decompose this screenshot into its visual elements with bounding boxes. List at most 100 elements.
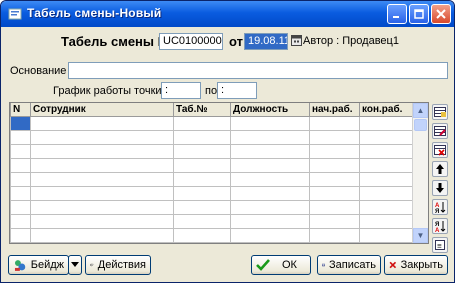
table-row[interactable] xyxy=(10,144,416,159)
table-cell[interactable] xyxy=(173,200,231,215)
table-row[interactable] xyxy=(10,200,416,215)
table-cell[interactable] xyxy=(359,130,416,145)
table-cell[interactable] xyxy=(309,172,360,187)
table-row[interactable] xyxy=(10,242,416,243)
table-cell[interactable] xyxy=(230,158,310,173)
table-cell[interactable] xyxy=(10,172,31,187)
edit-row-button[interactable] xyxy=(432,123,448,139)
table-cell[interactable] xyxy=(30,172,174,187)
table-cell[interactable] xyxy=(10,200,31,215)
table-cell[interactable] xyxy=(30,158,174,173)
table-cell[interactable] xyxy=(230,214,310,229)
table-cell[interactable] xyxy=(309,186,360,201)
table-cell[interactable] xyxy=(30,130,174,145)
table-cell[interactable] xyxy=(309,144,360,159)
table-row[interactable] xyxy=(10,228,416,243)
title-bar[interactable]: Табель смены-Новый xyxy=(1,1,454,27)
table-cell[interactable] xyxy=(359,228,416,243)
scroll-thumb[interactable] xyxy=(414,119,427,131)
table-cell[interactable] xyxy=(10,214,31,229)
delete-row-button[interactable] xyxy=(432,142,448,158)
table-cell[interactable] xyxy=(309,214,360,229)
basis-field[interactable] xyxy=(68,62,448,79)
table-cell[interactable] xyxy=(359,116,416,131)
table-cell[interactable] xyxy=(230,144,310,159)
table-cell[interactable] xyxy=(10,158,31,173)
column-header[interactable]: Таб.№ xyxy=(173,103,231,117)
table-cell[interactable] xyxy=(359,158,416,173)
table-cell[interactable] xyxy=(359,214,416,229)
move-down-button[interactable] xyxy=(432,180,448,196)
scroll-down-icon[interactable]: ▼ xyxy=(413,228,428,243)
actions-button[interactable]: Действия xyxy=(85,255,151,275)
scroll-up-icon[interactable]: ▲ xyxy=(413,103,428,118)
table-cell[interactable] xyxy=(30,228,174,243)
save-button[interactable]: Записать xyxy=(317,255,381,275)
table-cell[interactable] xyxy=(173,116,231,131)
table-cell[interactable] xyxy=(10,130,31,145)
table-cell[interactable] xyxy=(173,172,231,187)
column-header[interactable]: N xyxy=(10,103,31,117)
table-cell[interactable] xyxy=(230,172,310,187)
table-cell[interactable] xyxy=(173,130,231,145)
column-header[interactable]: Сотрудник xyxy=(30,103,174,117)
move-up-button[interactable] xyxy=(432,161,448,177)
fill-button[interactable]: ≡ xyxy=(432,237,448,253)
table-cell[interactable] xyxy=(359,200,416,215)
sort-descending-button[interactable]: ЯA xyxy=(432,218,448,234)
ok-button[interactable]: ОК xyxy=(251,255,311,275)
table-cell[interactable] xyxy=(230,186,310,201)
table-cell[interactable] xyxy=(173,158,231,173)
table-cell[interactable] xyxy=(10,116,31,131)
employee-grid[interactable]: N Сотрудник Таб.№ Должность нач.раб. кон… xyxy=(9,102,429,244)
close-window-button[interactable] xyxy=(431,4,451,24)
table-cell[interactable] xyxy=(10,186,31,201)
table-cell[interactable] xyxy=(30,242,174,243)
table-cell[interactable] xyxy=(359,144,416,159)
date-field[interactable]: 19.08.11 xyxy=(244,33,288,50)
table-row[interactable] xyxy=(10,214,416,229)
table-cell[interactable] xyxy=(30,116,174,131)
table-cell[interactable] xyxy=(10,242,31,243)
table-row[interactable] xyxy=(10,186,416,201)
maximize-button[interactable] xyxy=(409,4,429,24)
table-cell[interactable] xyxy=(10,228,31,243)
table-cell[interactable] xyxy=(230,116,310,131)
table-cell[interactable] xyxy=(173,242,231,243)
column-header[interactable]: нач.раб. xyxy=(309,103,360,117)
table-row[interactable] xyxy=(10,116,416,131)
table-cell[interactable] xyxy=(359,186,416,201)
table-cell[interactable] xyxy=(309,130,360,145)
table-cell[interactable] xyxy=(309,200,360,215)
schedule-from-field[interactable]: : xyxy=(161,82,201,99)
grid-scrollbar[interactable]: ▲ ▼ xyxy=(412,103,428,243)
table-cell[interactable] xyxy=(30,144,174,159)
minimize-button[interactable] xyxy=(387,4,407,24)
table-cell[interactable] xyxy=(173,186,231,201)
table-row[interactable] xyxy=(10,130,416,145)
table-cell[interactable] xyxy=(359,242,416,243)
table-cell[interactable] xyxy=(309,228,360,243)
table-cell[interactable] xyxy=(10,144,31,159)
table-cell[interactable] xyxy=(359,172,416,187)
table-cell[interactable] xyxy=(173,144,231,159)
column-header[interactable]: Должность xyxy=(230,103,310,117)
column-header[interactable]: кон.раб. xyxy=(359,103,416,117)
close-button[interactable]: Закрыть xyxy=(384,255,448,275)
table-cell[interactable] xyxy=(230,130,310,145)
calendar-icon[interactable] xyxy=(291,34,302,46)
table-cell[interactable] xyxy=(30,214,174,229)
table-cell[interactable] xyxy=(30,200,174,215)
table-cell[interactable] xyxy=(230,200,310,215)
table-cell[interactable] xyxy=(309,158,360,173)
badge-dropdown-button[interactable] xyxy=(68,255,82,275)
schedule-to-field[interactable]: : xyxy=(217,82,257,99)
doc-number-field[interactable]: UC01000003 xyxy=(159,33,223,50)
add-row-button[interactable] xyxy=(432,104,448,120)
table-cell[interactable] xyxy=(309,242,360,243)
table-cell[interactable] xyxy=(230,242,310,243)
table-cell[interactable] xyxy=(30,186,174,201)
table-cell[interactable] xyxy=(230,228,310,243)
table-row[interactable] xyxy=(10,158,416,173)
table-row[interactable] xyxy=(10,172,416,187)
